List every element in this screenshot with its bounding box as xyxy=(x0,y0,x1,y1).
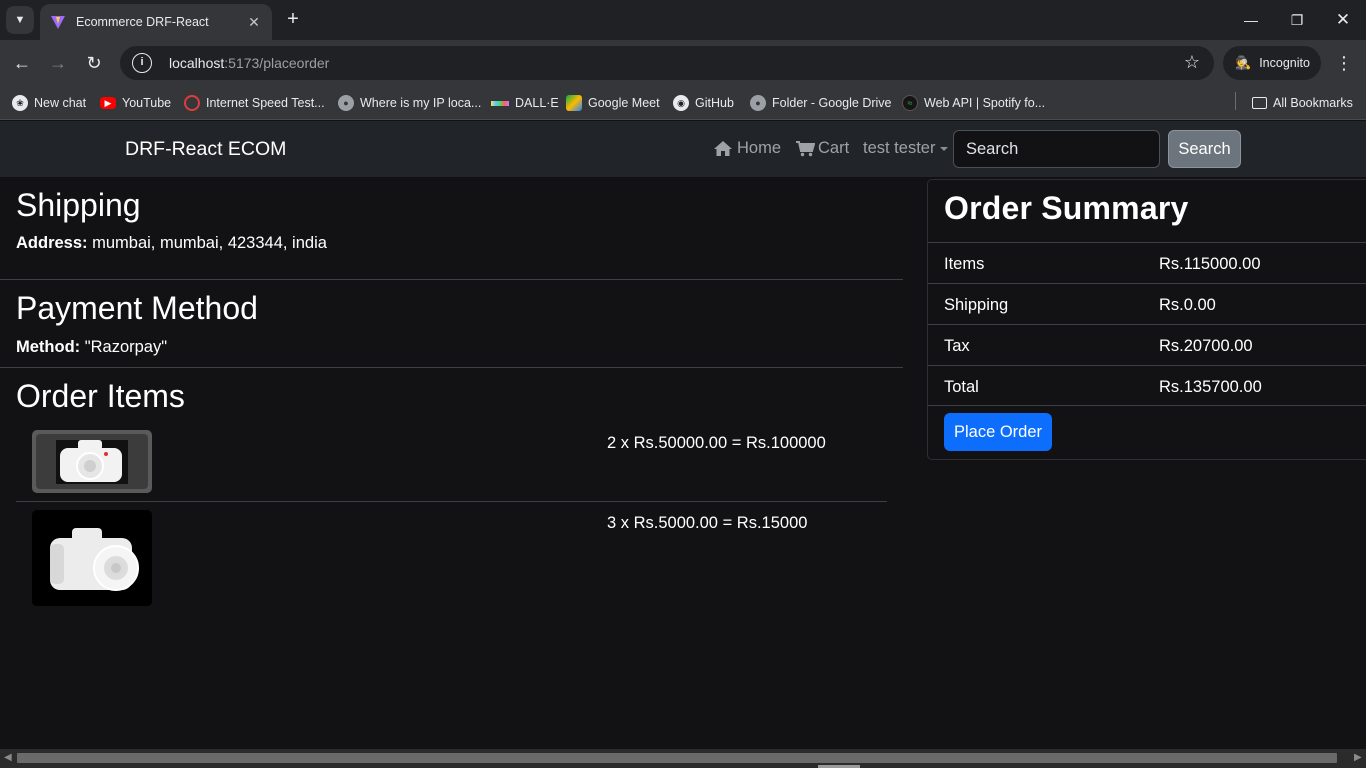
cart-icon xyxy=(796,141,815,157)
order-summary-heading: Order Summary xyxy=(944,190,1189,226)
order-item-line: 2 x Rs.50000.00 = Rs.100000 xyxy=(607,434,826,452)
summary-label: Total xyxy=(944,378,979,396)
bookmark-star-icon[interactable]: ☆ xyxy=(1184,52,1200,73)
summary-value: Rs.20700.00 xyxy=(1159,337,1253,355)
site-info-icon[interactable]: i xyxy=(132,53,152,73)
minimize-icon[interactable]: — xyxy=(1236,8,1266,32)
summary-row-items: Items Rs.115000.00 xyxy=(928,242,1366,283)
product-image-camera-2[interactable] xyxy=(32,510,152,606)
nav-home-link[interactable]: Home xyxy=(713,139,781,158)
summary-value: Rs.135700.00 xyxy=(1159,378,1262,396)
order-item-line: 3 x Rs.5000.00 = Rs.15000 xyxy=(607,514,808,532)
incognito-label: Incognito xyxy=(1259,56,1310,70)
reload-icon[interactable]: ↻ xyxy=(80,49,108,77)
incognito-indicator[interactable]: 🕵 Incognito xyxy=(1223,46,1321,80)
shipping-address: Address: mumbai, mumbai, 423344, india xyxy=(16,234,327,253)
bookmark-google-drive[interactable]: ● Folder - Google Drive xyxy=(750,92,892,114)
forward-icon[interactable]: → xyxy=(44,49,72,77)
bookmarks-separator xyxy=(1235,92,1236,110)
summary-value: Rs.115000.00 xyxy=(1159,255,1261,273)
bookmark-github[interactable]: ◉ GitHub xyxy=(673,92,734,114)
summary-row-tax: Tax Rs.20700.00 xyxy=(928,324,1366,365)
order-summary-card: Order Summary Items Rs.115000.00 Shippin… xyxy=(927,179,1366,460)
horizontal-scrollbar[interactable]: ◀ ▶ xyxy=(0,749,1366,768)
summary-label: Tax xyxy=(944,337,970,355)
tab-search-button[interactable]: ▼ xyxy=(6,6,34,34)
browser-menu-icon[interactable]: ⋮ xyxy=(1334,49,1354,77)
scroll-left-icon[interactable]: ◀ xyxy=(4,752,12,763)
nav-home-label: Home xyxy=(737,139,782,157)
speedtest-icon xyxy=(184,95,200,111)
chevron-down-icon xyxy=(940,146,949,151)
app-navbar: DRF-React ECOM Home Cart test tester Sea… xyxy=(0,121,1366,177)
divider xyxy=(0,279,903,280)
address-bar[interactable]: i localhost:5173/placeorder ☆ xyxy=(120,46,1214,80)
close-window-icon[interactable]: ✕ xyxy=(1328,8,1358,32)
back-icon[interactable]: ← xyxy=(8,49,36,77)
browser-tab-bar: ▼ Ecommerce DRF-React ✕ + — ❐ ✕ xyxy=(0,0,1366,40)
place-order-page: Shipping Address: mumbai, mumbai, 423344… xyxy=(0,177,1366,749)
user-dropdown[interactable]: test tester xyxy=(863,139,949,158)
divider xyxy=(0,367,903,368)
scroll-right-icon[interactable]: ▶ xyxy=(1354,752,1362,763)
vite-icon xyxy=(51,16,65,29)
product-image-camera-1[interactable] xyxy=(32,430,152,493)
youtube-icon: ▶ xyxy=(100,97,116,109)
bookmark-dalle[interactable]: DALL·E xyxy=(491,92,559,114)
payment-method: Method: "Razorpay" xyxy=(16,338,167,357)
summary-row-total: Total Rs.135700.00 xyxy=(928,365,1366,406)
payment-method-heading: Payment Method xyxy=(16,290,258,326)
incognito-icon: 🕵 xyxy=(1235,55,1252,70)
github-icon: ◉ xyxy=(673,95,689,111)
bookmark-ip-location[interactable]: ● Where is my IP loca... xyxy=(338,92,481,114)
search-button[interactable]: Search xyxy=(1168,130,1241,168)
bookmark-google-meet[interactable]: Google Meet xyxy=(566,92,660,114)
tab-title: Ecommerce DRF-React xyxy=(76,15,209,29)
bookmark-youtube[interactable]: ▶ YouTube xyxy=(100,92,171,114)
browser-toolbar: ← → ↻ i localhost:5173/placeorder ☆ 🕵 In… xyxy=(0,40,1366,86)
bookmarks-bar: ❀ New chat ▶ YouTube Internet Speed Test… xyxy=(0,86,1366,120)
summary-row-shipping: Shipping Rs.0.00 xyxy=(928,283,1366,324)
bookmark-new-chat[interactable]: ❀ New chat xyxy=(12,92,86,114)
new-tab-button[interactable]: + xyxy=(282,8,304,30)
browser-tab[interactable]: Ecommerce DRF-React ✕ xyxy=(40,4,272,40)
openai-icon: ❀ xyxy=(12,95,28,111)
nav-cart-link[interactable]: Cart xyxy=(795,139,849,158)
scrollbar-thumb[interactable] xyxy=(17,753,1337,763)
camera-image xyxy=(32,510,152,606)
divider xyxy=(16,501,887,502)
bookmark-spotify[interactable]: ≈ Web API | Spotify fo... xyxy=(902,92,1045,114)
user-name: test tester xyxy=(863,139,936,157)
address-value: mumbai, mumbai, 423344, india xyxy=(87,234,327,252)
brand-link[interactable]: DRF-React ECOM xyxy=(125,138,286,161)
url-text: localhost:5173/placeorder xyxy=(169,55,330,71)
camera-image xyxy=(36,434,148,489)
bookmark-speedtest[interactable]: Internet Speed Test... xyxy=(184,92,325,114)
method-label: Method: xyxy=(16,338,81,356)
restore-icon[interactable]: ❐ xyxy=(1282,8,1312,32)
address-label: Address: xyxy=(16,234,88,252)
order-items-heading: Order Items xyxy=(16,378,185,414)
all-bookmarks[interactable]: All Bookmarks xyxy=(1252,92,1353,114)
spotify-icon: ≈ xyxy=(902,95,918,111)
method-value: "Razorpay" xyxy=(80,338,168,356)
folder-icon xyxy=(1252,97,1267,109)
close-tab-icon[interactable]: ✕ xyxy=(246,14,262,31)
meet-icon xyxy=(566,95,582,111)
globe-icon: ● xyxy=(750,95,766,111)
summary-label: Shipping xyxy=(944,296,1009,314)
summary-value: Rs.0.00 xyxy=(1159,296,1216,314)
dalle-icon xyxy=(491,100,509,106)
home-icon xyxy=(714,141,732,156)
globe-icon: ● xyxy=(338,95,354,111)
place-order-button[interactable]: Place Order xyxy=(944,413,1052,451)
summary-label: Items xyxy=(944,255,985,273)
shipping-heading: Shipping xyxy=(16,187,141,223)
nav-cart-label: Cart xyxy=(818,139,850,157)
search-input[interactable] xyxy=(953,130,1160,168)
